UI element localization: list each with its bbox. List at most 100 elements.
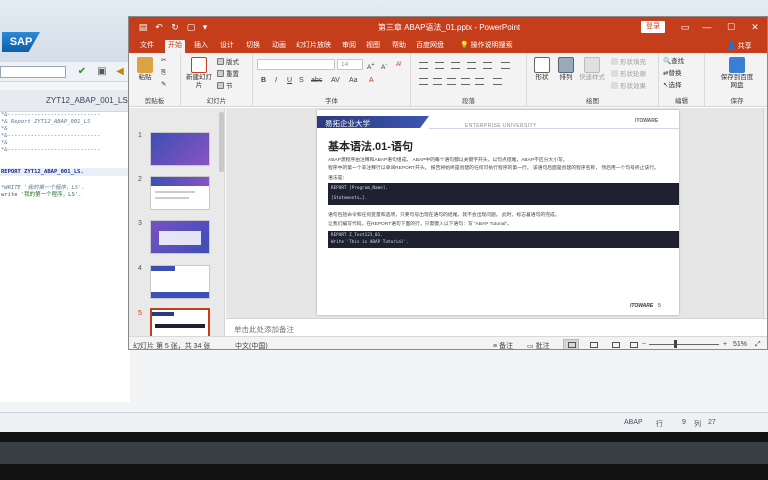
zoom-slider-thumb[interactable] <box>674 340 677 348</box>
bullets-icon[interactable] <box>419 62 428 69</box>
slide-thumbnail-3[interactable] <box>150 220 210 254</box>
abap-code-editor[interactable]: *&---------------------------- *& Report… <box>0 112 130 402</box>
strikethrough-icon[interactable]: abc <box>311 77 322 84</box>
tell-me-search[interactable]: 💡 操作说明搜索 <box>457 40 516 53</box>
reset-button[interactable]: 重置 <box>217 70 239 79</box>
underline-icon[interactable]: U <box>287 77 292 84</box>
shape-fill-button[interactable]: 形状填充 <box>611 58 646 67</box>
text-direction-icon[interactable] <box>501 62 510 69</box>
back-icon[interactable]: ◀ <box>114 66 126 78</box>
thumb-header <box>151 177 209 186</box>
italic-icon[interactable]: I <box>275 77 277 84</box>
paste-button[interactable]: 粘贴 <box>132 57 158 82</box>
thumbnail-number: 2 <box>138 176 142 183</box>
arrange-button[interactable]: 排列 <box>553 57 579 82</box>
zoom-level[interactable]: 51% <box>733 341 747 348</box>
increase-indent-icon[interactable] <box>467 62 476 69</box>
font-size-box[interactable]: 14 <box>337 59 363 70</box>
fill-icon <box>611 58 618 65</box>
notes-toggle[interactable]: ≡ 备注 <box>493 341 513 349</box>
current-slide[interactable]: 易拓企业大学 ENTERPRISE UNIVERSITY ITOWARE 基本语… <box>317 110 679 315</box>
slide-thumbnail-2[interactable] <box>150 176 210 210</box>
new-slide-button[interactable]: 新建幻灯片 <box>185 57 213 90</box>
layout-button[interactable]: 版式 <box>217 58 239 67</box>
col-value: 27 <box>708 419 716 426</box>
shapes-button[interactable]: 形状 <box>529 57 555 82</box>
tab-slideshow[interactable]: 幻灯片放映 <box>293 40 334 53</box>
reading-view-button[interactable] <box>607 339 623 349</box>
ribbon-display-icon[interactable]: ▭ <box>675 20 695 34</box>
group-save: 保存到百度网盘 保存 <box>705 53 767 107</box>
align-center-icon[interactable] <box>433 78 442 85</box>
slide-paragraph: 程序中的第一个非注释行以单词REPORT开头。 报告将始终是创建的任何可执行程序… <box>328 166 659 171</box>
tab-review[interactable]: 审阅 <box>339 40 359 53</box>
normal-view-button[interactable] <box>563 339 579 349</box>
shape-outline-button[interactable]: 形状轮廓 <box>611 70 646 79</box>
shrink-font-icon[interactable]: A- <box>381 61 387 72</box>
tab-transitions[interactable]: 切换 <box>243 40 263 53</box>
replace-button[interactable]: ⇄替换 <box>663 70 681 78</box>
save-to-baidu-button[interactable]: 保存到百度网盘 <box>719 57 755 90</box>
tab-design[interactable]: 设计 <box>217 40 237 53</box>
decrease-indent-icon[interactable] <box>451 62 460 69</box>
cut-icon[interactable]: ✂ <box>161 57 166 65</box>
thumbnail-scrollbar[interactable] <box>219 112 224 172</box>
shadow-icon[interactable]: S <box>299 77 304 84</box>
char-spacing-icon[interactable]: AV <box>331 77 340 84</box>
section-button[interactable]: 节 <box>217 82 233 91</box>
slide-page-number: 5 <box>658 303 661 309</box>
login-button[interactable]: 登录 <box>641 21 665 33</box>
maximize-icon[interactable]: ☐ <box>721 20 741 34</box>
minimize-icon[interactable]: — <box>697 20 717 34</box>
copy-icon[interactable]: ⎘ <box>161 69 166 77</box>
group-drawing: 形状 排列 快速样式 形状填充 形状轮廓 形状效果 绘图 <box>527 53 659 107</box>
justify-icon[interactable] <box>461 78 470 85</box>
tab-baidu-netdisk[interactable]: 百度网盘 <box>413 40 447 53</box>
tab-file[interactable]: 文件 <box>137 40 157 53</box>
numbering-icon[interactable] <box>435 62 444 69</box>
save-icon[interactable]: ▣ <box>96 66 108 78</box>
slide-thumbnail-1[interactable] <box>150 132 210 166</box>
language-indicator[interactable]: 中文(中国) <box>235 341 268 349</box>
bold-icon[interactable]: B <box>261 77 266 84</box>
line-spacing-icon[interactable] <box>483 62 492 69</box>
zoom-slider[interactable] <box>649 344 719 345</box>
find-button[interactable]: 🔍查找 <box>663 58 684 66</box>
enter-check-icon[interactable]: ✔ <box>76 66 88 78</box>
tab-insert[interactable]: 插入 <box>191 40 211 53</box>
change-case-icon[interactable]: Aa <box>349 77 358 84</box>
university-name: 易拓企业大学 <box>325 119 370 128</box>
tab-animations[interactable]: 动画 <box>269 40 289 53</box>
clear-format-icon[interactable]: A̸ <box>396 61 400 69</box>
code-line: *&---------------------------- <box>1 147 101 153</box>
quick-styles-button[interactable]: 快速样式 <box>577 57 607 82</box>
format-painter-icon[interactable]: ✎ <box>161 81 166 89</box>
slide-scrollbar[interactable] <box>763 108 767 318</box>
zoom-in-icon[interactable]: + <box>723 341 727 348</box>
font-color-icon[interactable]: A <box>369 77 374 84</box>
slideshow-button[interactable] <box>625 339 641 349</box>
thumbnail-number: 1 <box>138 132 142 139</box>
slide-thumbnail-4[interactable] <box>150 265 210 299</box>
font-name-box[interactable] <box>257 59 335 70</box>
group-label: 编辑 <box>675 98 688 105</box>
slide-title[interactable]: 基本语法.01-语句 <box>328 138 413 154</box>
tab-help[interactable]: 帮助 <box>389 40 409 53</box>
comments-toggle[interactable]: ▭ 批注 <box>527 341 550 349</box>
fit-to-window-icon[interactable]: ⤢ <box>755 341 761 349</box>
zoom-out-icon[interactable]: − <box>642 341 646 348</box>
columns-icon[interactable] <box>493 78 502 85</box>
close-icon[interactable]: ✕ <box>745 20 765 34</box>
grow-font-icon[interactable]: A+ <box>367 61 375 72</box>
tab-view[interactable]: 视图 <box>363 40 383 53</box>
align-right-icon[interactable] <box>447 78 456 85</box>
select-button[interactable]: ↖选择 <box>663 82 681 90</box>
slide-sorter-button[interactable] <box>585 339 601 349</box>
align-left-icon[interactable] <box>419 78 428 85</box>
share-button[interactable]: 👤 共享 <box>727 41 752 51</box>
distribute-icon[interactable] <box>475 78 484 85</box>
tab-home[interactable]: 开始 <box>165 40 185 53</box>
notes-pane[interactable]: 单击此处添加备注 <box>226 318 767 336</box>
sap-command-field[interactable] <box>0 66 66 78</box>
shape-effects-button[interactable]: 形状效果 <box>611 82 646 91</box>
